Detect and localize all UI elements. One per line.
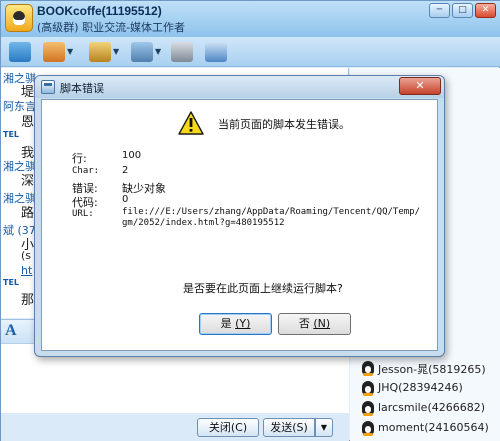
share-icon [89,42,111,62]
qq-user-icon [362,381,374,396]
home-icon [43,42,65,62]
dialog-title: 脚本错误 [60,82,104,95]
chevron-down-icon: ▼ [113,47,120,56]
chat-message: (s [21,249,32,262]
no-button[interactable]: 否 (N) [278,313,351,335]
chat-message: 路 [21,206,35,221]
error-value: 缺少对象 [122,182,166,195]
member-name: Jesson-晁(5819265) [378,363,486,376]
maximize-button[interactable]: □ [452,3,473,18]
qq-penguin-logo-icon [5,4,33,32]
send-options-button[interactable]: ▼ [315,418,333,437]
browser-window-icon [41,80,55,94]
dialog-close-button[interactable]: ✕ [399,77,441,95]
code-label: 代码: [72,196,98,209]
member-name: moment(24160564) [378,421,489,434]
group-name: BOOKcoffe(11195512) [37,4,162,18]
tel-icon: TEL [3,278,20,287]
group-chat-icon [9,42,31,62]
tel-icon: TEL [3,130,20,139]
line-value: 100 [122,150,142,161]
member-name: JHQ(28394246) [378,381,463,394]
font-format-icon[interactable]: A [5,322,17,340]
album-icon [131,42,153,62]
line-label: 行: [72,152,87,165]
dialog-title-bar: 脚本错误 ✕ [35,76,444,98]
char-label: Char: [72,166,100,176]
dialog-body: 当前页面的脚本发生错误。 行: 100 Char: 2 错误: 缺少对象 代码:… [41,99,438,351]
url-line: file:///E:/Users/zhang/AppData/Roaming/T… [122,207,421,217]
warning-icon [178,111,204,135]
title-bar: BOOKcoffe(11195512) (高级群) 职业交流-媒体工作者 ─ □… [1,1,500,37]
error-heading: 当前页面的脚本发生错误。 [218,118,350,131]
chevron-down-icon: ▼ [155,47,162,56]
char-value: 2 [122,165,129,176]
bottom-bar: 关闭(C) 发送(S) ▼ [1,413,349,441]
toolbar: ▼ ▼ ▼ [1,37,500,67]
no-shortcut: (N) [313,317,331,330]
chat-message: 那 [21,293,35,308]
minimize-button[interactable]: ─ [429,3,450,18]
continue-question: 是否要在此页面上继续运行脚本? [183,282,343,295]
qq-user-icon [362,361,374,376]
yes-shortcut: (Y) [235,317,251,330]
send-button[interactable]: 发送(S) [263,418,315,437]
url-label: URL: [72,209,94,219]
chat-message: 深 [21,174,35,189]
group-subtitle: (高级群) 职业交流-媒体工作者 [37,21,186,34]
script-error-dialog: 脚本错误 ✕ 当前页面的脚本发生错误。 行: 100 Char: 2 错误: 缺… [34,75,445,357]
url-line: gm/2052/index.html?g=480195512 [122,218,285,228]
code-value: 0 [122,194,129,205]
close-window-button[interactable]: ✕ [475,3,496,18]
close-button[interactable]: 关闭(C) [197,418,259,437]
yes-button[interactable]: 是 (Y) [199,313,272,335]
chevron-down-icon: ▼ [67,47,74,56]
chat-link[interactable]: ht [21,264,32,277]
tools-icon [171,42,193,62]
member-name: larcsmile(4266682) [378,401,486,414]
no-button-label: 否 [298,317,310,330]
yes-button-label: 是 [220,317,232,330]
chat-message: 恩 [21,115,35,130]
url-value: file:///E:/Users/zhang/AppData/Roaming/T… [122,207,420,229]
settings-icon [205,42,227,62]
qq-user-icon [362,401,374,416]
qq-user-icon [362,421,374,436]
